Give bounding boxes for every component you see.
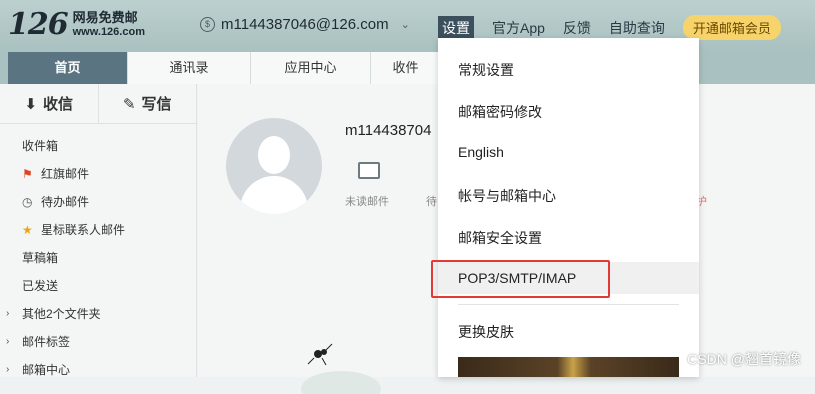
settings-dropdown: 常规设置 邮箱密码修改 English 帐号与邮箱中心 邮箱安全设置 POP3/… (431, 38, 699, 377)
vip-button[interactable]: 开通邮箱会员 (682, 15, 781, 40)
chevron-down-icon[interactable]: ⌄ (401, 18, 410, 31)
tab-app-center[interactable]: 应用中心 (251, 52, 371, 84)
write-button[interactable]: ✎ 写信 (97, 84, 197, 123)
folder-flagged[interactable]: ⚑ 红旗邮件 (0, 160, 196, 188)
coin-icon: $ (200, 17, 215, 32)
pending-label[interactable]: 待 (426, 193, 437, 209)
folder-tags[interactable]: › 邮件标签 (0, 328, 196, 356)
logo-name: 网易免费邮 (72, 10, 138, 25)
chevron-right-icon: › (6, 336, 10, 347)
menu-account-center[interactable]: 帐号与邮箱中心 (458, 186, 556, 206)
logo[interactable]: 126 网易免费邮 www.126.com (8, 8, 145, 42)
star-icon: ★ (22, 223, 33, 237)
main-username: m114438704 (345, 122, 432, 139)
edit-icon: ✎ (122, 95, 136, 113)
clock-icon: ◷ (22, 195, 33, 209)
tab-home[interactable]: 首页 (8, 52, 128, 84)
folder-todo[interactable]: ◷ 待办邮件 (0, 188, 196, 216)
main-tabs: 首页 通讯录 应用中心 收件 (8, 52, 441, 84)
nav-feedback[interactable]: 反馈 (563, 18, 591, 38)
menu-security-settings[interactable]: 邮箱安全设置 (458, 228, 542, 248)
folder-starred[interactable]: ★ 星标联系人邮件 (0, 216, 196, 244)
folder-other[interactable]: › 其他2个文件夹 (0, 300, 196, 328)
logo-url: www.126.com (72, 26, 145, 38)
tab-contacts[interactable]: 通讯录 (128, 52, 251, 84)
sidebar: ⬇ 收信 ✎ 写信 收件箱 ⚑ 红旗邮件 ◷ 待办邮件 ★ 星标联系人邮件 草稿… (0, 84, 197, 377)
menu-divider (458, 304, 679, 305)
skin-preview[interactable] (458, 357, 679, 377)
tab-inbox-partial[interactable]: 收件 (371, 52, 441, 84)
top-nav: 设置 官方App 反馈 自助查询 开通邮箱会员 (438, 15, 781, 40)
receive-button[interactable]: ⬇ 收信 (0, 84, 98, 123)
nav-self-service[interactable]: 自助查询 (609, 18, 665, 38)
ant-illustration (301, 343, 381, 394)
menu-change-skin[interactable]: 更换皮肤 (458, 322, 514, 342)
logo-number: 126 (8, 7, 69, 42)
menu-english[interactable]: English (458, 144, 504, 160)
compose-row: ⬇ 收信 ✎ 写信 (0, 84, 196, 124)
menu-general-settings[interactable]: 常规设置 (458, 60, 514, 80)
download-icon: ⬇ (24, 95, 38, 113)
unread-label[interactable]: 未读邮件 (345, 193, 389, 209)
mail-icon[interactable] (358, 162, 380, 179)
flag-icon: ⚑ (22, 167, 33, 181)
chevron-right-icon: › (6, 308, 10, 319)
folder-drafts[interactable]: 草稿箱 (0, 244, 196, 272)
nav-settings[interactable]: 设置 (438, 15, 474, 40)
highlight-box (431, 260, 610, 298)
menu-password-change[interactable]: 邮箱密码修改 (458, 102, 542, 122)
account-switcher[interactable]: $ m1144387046@126.com ⌄ (200, 16, 410, 33)
folder-sent[interactable]: 已发送 (0, 272, 196, 300)
watermark: CSDN @翘首镜像 (687, 351, 801, 367)
folder-inbox[interactable]: 收件箱 (0, 132, 196, 160)
folder-mail-center[interactable]: › 邮箱中心 (0, 356, 196, 384)
avatar[interactable] (226, 118, 322, 214)
nav-app[interactable]: 官方App (492, 18, 545, 38)
chevron-right-icon: › (6, 364, 10, 375)
account-email: m1144387046@126.com (221, 16, 389, 33)
